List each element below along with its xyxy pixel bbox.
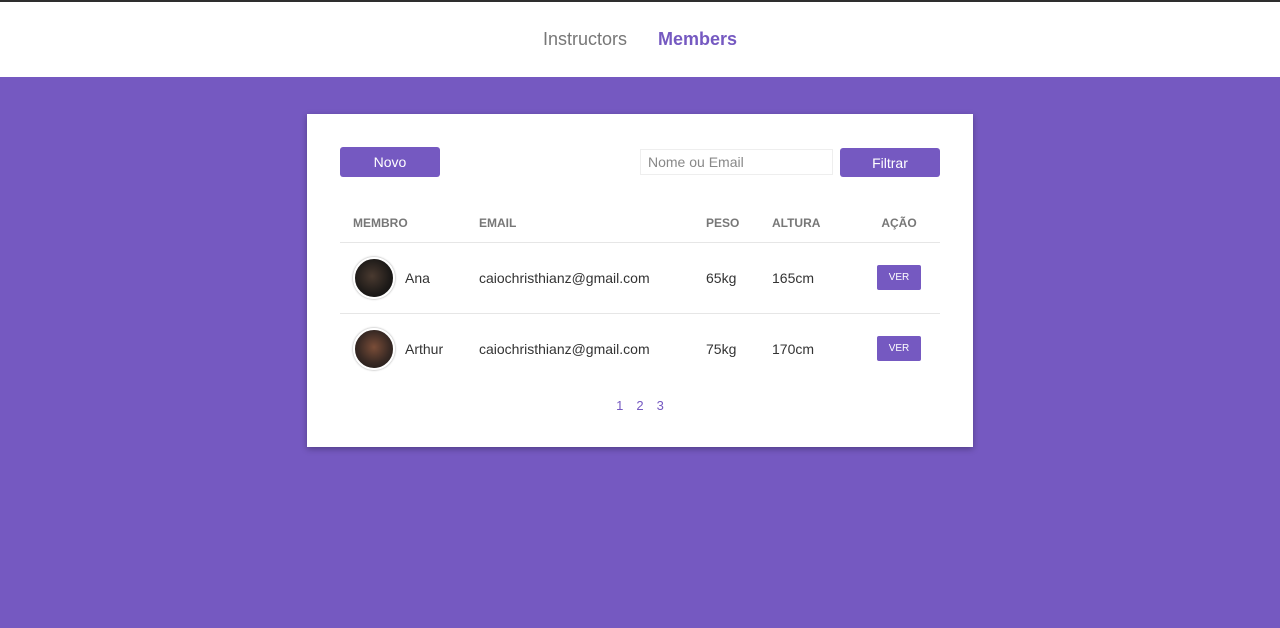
- table-row: Ana caiochristhianz@gmail.com 65kg 165cm…: [340, 242, 940, 314]
- header-member: Membro: [340, 204, 479, 243]
- members-table: Membro Email Peso Altura Ação Ana caioch…: [340, 204, 940, 384]
- search-input[interactable]: [640, 149, 833, 175]
- member-email: caiochristhianz@gmail.com: [479, 242, 706, 314]
- avatar: [353, 327, 395, 370]
- members-card: Novo Filtrar Membro Email Peso Altura Aç…: [307, 114, 973, 447]
- pagination: 1 2 3: [307, 398, 973, 413]
- nav-link-members[interactable]: Members: [658, 28, 737, 50]
- table-row: Arthur caiochristhianz@gmail.com 75kg 17…: [340, 313, 940, 384]
- member-height: 170cm: [772, 340, 815, 357]
- member-height: 165cm: [772, 242, 858, 314]
- action-cell: Ver: [858, 242, 940, 314]
- page-link-3[interactable]: 3: [657, 398, 664, 413]
- page-link-2[interactable]: 2: [636, 398, 643, 413]
- member-email: caiochristhianz@gmail.com: [479, 340, 650, 357]
- member-weight: 75kg: [706, 340, 737, 357]
- top-bar: Instructors Members: [0, 0, 1280, 77]
- member-name: Arthur: [405, 340, 444, 357]
- member-cell: Ana: [340, 242, 479, 314]
- filter-button[interactable]: Filtrar: [840, 148, 940, 177]
- member-cell: Arthur: [340, 313, 479, 384]
- avatar: [353, 256, 395, 299]
- member-weight: 65kg: [706, 242, 772, 314]
- header-weight: Peso: [706, 204, 772, 243]
- new-member-button[interactable]: Novo: [340, 147, 440, 177]
- member-name: Ana: [405, 269, 430, 286]
- view-member-button[interactable]: Ver: [877, 265, 921, 290]
- view-member-button[interactable]: Ver: [877, 336, 921, 362]
- header-height: Altura: [772, 204, 858, 243]
- nav-link-instructors[interactable]: Instructors: [543, 28, 627, 50]
- action-cell: Ver: [858, 313, 940, 384]
- header-action: Ação: [858, 204, 940, 243]
- header-email: Email: [479, 204, 706, 243]
- page-link-1[interactable]: 1: [616, 398, 623, 413]
- main-nav: Instructors Members: [0, 28, 1280, 50]
- table-header-row: Membro Email Peso Altura Ação: [340, 204, 940, 243]
